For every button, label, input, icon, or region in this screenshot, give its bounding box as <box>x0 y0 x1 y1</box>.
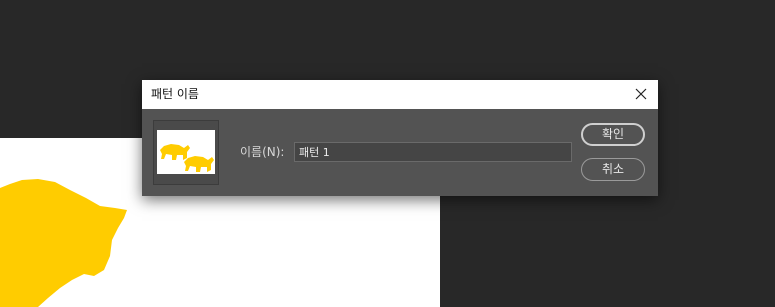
cancel-button[interactable]: 취소 <box>581 158 645 181</box>
ok-button[interactable]: 확인 <box>581 123 645 146</box>
dialog-titlebar: 패턴 이름 <box>142 80 658 109</box>
tiger-pattern-thumbnail <box>160 144 214 172</box>
close-button[interactable] <box>624 80 658 109</box>
pattern-preview <box>153 120 219 185</box>
pattern-preview-image <box>157 130 215 174</box>
dialog-title: 패턴 이름 <box>151 87 199 101</box>
pattern-name-dialog: 패턴 이름 이름(N): 확인 취소 <box>142 80 658 196</box>
pattern-name-input[interactable] <box>294 142 572 162</box>
close-icon <box>635 88 647 100</box>
name-label: 이름(N): <box>240 145 285 159</box>
